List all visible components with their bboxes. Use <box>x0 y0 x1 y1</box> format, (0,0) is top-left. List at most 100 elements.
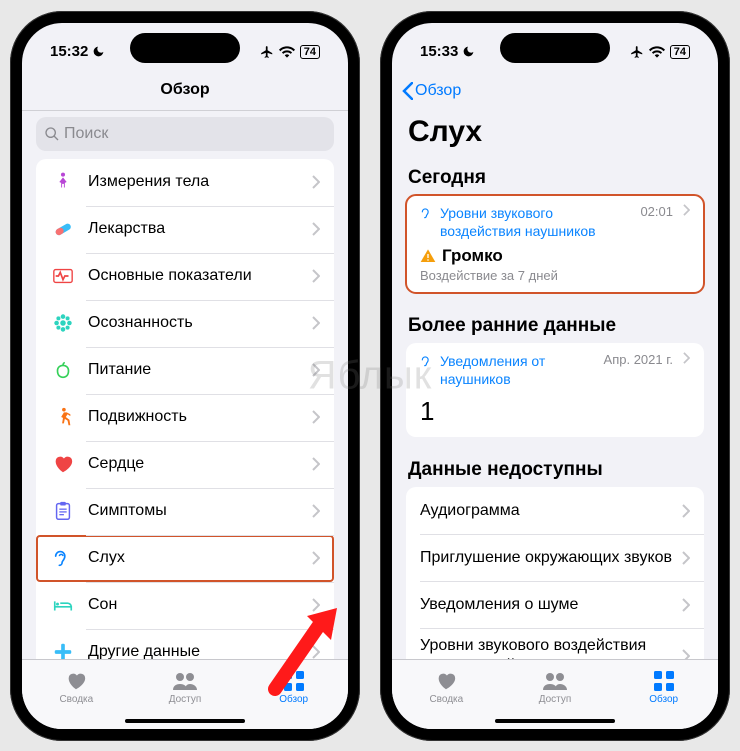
tab-label: Сводка <box>59 694 93 705</box>
row-label: Лекарства <box>88 220 312 238</box>
earlier-value: 1 <box>406 394 704 437</box>
tab-summary[interactable]: Сводка <box>22 660 131 715</box>
category-medications[interactable]: Лекарства <box>36 206 334 253</box>
row-label: Измерения тела <box>88 173 312 191</box>
tab-label: Обзор <box>649 694 678 705</box>
category-mindfulness[interactable]: Осознанность <box>36 300 334 347</box>
earlier-card[interactable]: Уведомления от наушников Апр. 2021 г. 1 <box>406 343 704 437</box>
nodata-noise-notif[interactable]: Уведомления о шуме <box>406 581 704 628</box>
chevron-right-icon <box>312 316 320 330</box>
chevron-right-icon <box>312 598 320 612</box>
mobility-icon <box>50 404 76 430</box>
category-sleep[interactable]: Сон <box>36 582 334 629</box>
row-label: Другие данные <box>88 643 312 659</box>
airplane-icon <box>260 45 274 59</box>
chevron-right-icon <box>312 410 320 424</box>
row-label: Питание <box>88 361 312 379</box>
phone-left: 15:32 74 Обзор Поиск Измерения тела <box>10 11 360 741</box>
card-time: 02:01 <box>640 204 673 219</box>
chevron-right-icon <box>312 222 320 236</box>
battery-icon: 74 <box>300 45 320 59</box>
people-icon <box>172 670 198 692</box>
tab-summary[interactable]: Сводка <box>392 660 501 715</box>
search-placeholder: Поиск <box>64 125 108 143</box>
section-earlier: Более ранние данные <box>392 307 718 343</box>
row-label: Слух <box>88 549 312 567</box>
heart-fill-icon <box>64 670 88 692</box>
battery-icon: 74 <box>670 45 690 59</box>
pill-icon <box>50 216 76 242</box>
row-label: Осознанность <box>88 314 312 332</box>
dynamic-island <box>130 33 240 63</box>
category-other[interactable]: Другие данные <box>36 629 334 659</box>
nodata-list: Аудиограмма Приглушение окружающих звуко… <box>406 487 704 658</box>
category-heart[interactable]: Сердце <box>36 441 334 488</box>
category-mobility[interactable]: Подвижность <box>36 394 334 441</box>
tab-sharing[interactable]: Доступ <box>501 660 610 715</box>
tab-browse[interactable]: Обзор <box>239 660 348 715</box>
row-label: Основные показатели <box>88 267 312 285</box>
ear-icon <box>50 545 76 571</box>
category-hearing[interactable]: Слух <box>36 535 334 582</box>
apple-icon <box>50 357 76 383</box>
category-vitals[interactable]: Основные показатели <box>36 253 334 300</box>
tab-label: Доступ <box>539 694 572 705</box>
nodata-env-sound[interactable]: Уровни звукового воздействия окружающей … <box>406 628 704 658</box>
back-button[interactable]: Обзор <box>402 82 461 100</box>
row-label: Приглушение окружающих звуков <box>420 549 682 567</box>
home-indicator[interactable] <box>495 719 615 723</box>
category-nutrition[interactable]: Питание <box>36 347 334 394</box>
today-card[interactable]: Уровни звукового воздействия наушников 0… <box>406 195 704 293</box>
value-sub: Воздействие за 7 дней <box>420 268 690 283</box>
tab-label: Доступ <box>169 694 202 705</box>
phone-right: 15:33 74 Обзор Слух Сегодня Уровни звуко… <box>380 11 730 741</box>
tab-sharing[interactable]: Доступ <box>131 660 240 715</box>
airplane-icon <box>630 45 644 59</box>
chevron-right-icon <box>312 269 320 283</box>
category-body-measurements[interactable]: Измерения тела <box>36 159 334 206</box>
people-icon <box>542 670 568 692</box>
heart-fill-icon <box>434 670 458 692</box>
section-nodata: Данные недоступны <box>392 451 718 487</box>
back-label: Обзор <box>415 82 461 100</box>
status-time: 15:33 <box>420 43 458 60</box>
grid-icon <box>283 670 305 692</box>
search-icon <box>44 126 60 142</box>
row-label: Аудиограмма <box>420 502 682 520</box>
row-label: Сон <box>88 596 312 614</box>
dynamic-island <box>500 33 610 63</box>
plus-icon <box>50 639 76 659</box>
home-indicator[interactable] <box>125 719 245 723</box>
chevron-right-icon <box>312 363 320 377</box>
tab-label: Сводка <box>429 694 463 705</box>
chevron-right-icon <box>682 504 690 518</box>
chevron-right-icon <box>682 649 690 658</box>
wifi-icon <box>649 46 665 58</box>
category-list: Измерения тела Лекарства Основные показа… <box>36 159 334 659</box>
category-symptoms[interactable]: Симптомы <box>36 488 334 535</box>
mindfulness-icon <box>50 310 76 336</box>
nodata-reduce-sounds[interactable]: Приглушение окружающих звуков <box>406 534 704 581</box>
chevron-right-icon <box>312 175 320 189</box>
chevron-right-icon <box>312 457 320 471</box>
value-label: Громко <box>442 246 503 266</box>
warning-icon <box>420 248 436 264</box>
chevron-right-icon <box>682 598 690 612</box>
heart-icon <box>50 451 76 477</box>
tab-browse[interactable]: Обзор <box>609 660 718 715</box>
wifi-icon <box>279 46 295 58</box>
status-time: 15:32 <box>50 43 88 60</box>
chevron-right-icon <box>312 645 320 659</box>
page-title: Слух <box>392 111 718 159</box>
nav-header: Обзор <box>22 71 348 111</box>
body-icon <box>50 169 76 195</box>
ear-icon <box>420 206 434 220</box>
chevron-right-icon <box>312 504 320 518</box>
search-input[interactable]: Поиск <box>36 117 334 151</box>
nav-title: Обзор <box>160 81 209 99</box>
nodata-audiogram[interactable]: Аудиограмма <box>406 487 704 534</box>
chevron-right-icon <box>683 204 690 216</box>
card-link: Уровни звукового воздействия наушников <box>440 204 628 240</box>
vitals-icon <box>50 263 76 289</box>
row-label: Уведомления о шуме <box>420 596 682 614</box>
